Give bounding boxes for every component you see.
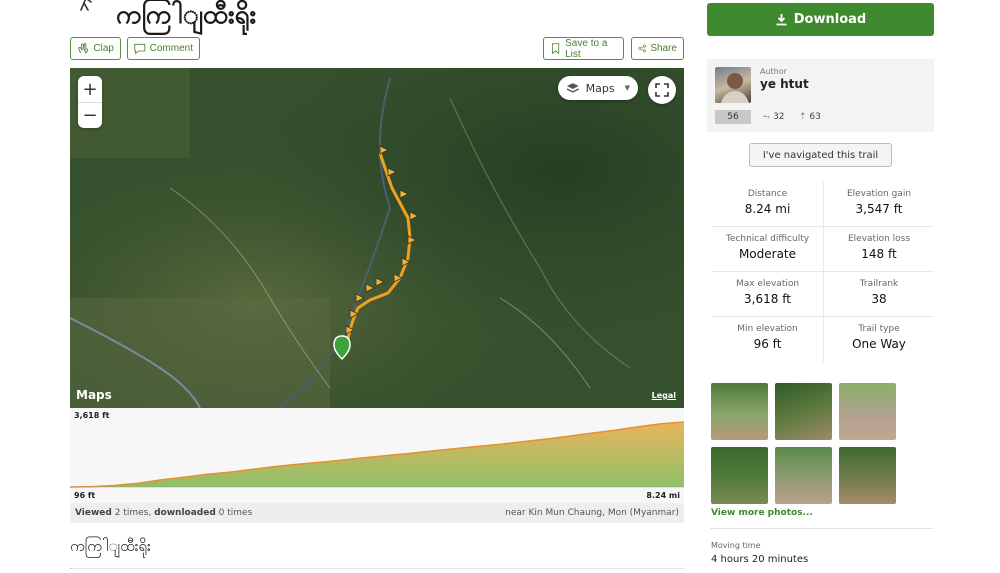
stats-row: Technical difficulty Moderate Elevation l… — [712, 227, 934, 272]
location-text: near Kin Mun Chaung, Mon (Myanmar) — [505, 508, 679, 518]
layers-icon — [566, 83, 579, 93]
stat-elevation-gain: Elevation gain 3,547 ft — [823, 182, 934, 226]
viewed-count: 2 times, — [114, 508, 152, 518]
trail-photo[interactable] — [839, 447, 896, 504]
elevation-chart — [70, 421, 684, 488]
trail-count-icon: ⥊ — [763, 112, 771, 122]
download-icon — [776, 14, 787, 26]
fullscreen-icon — [655, 83, 669, 97]
trail-description-title: ကကြါျထီးရိုး — [70, 537, 151, 555]
elevation-min-label: 96 ft — [74, 491, 96, 500]
author-trails-count: 32 — [773, 112, 785, 122]
author-followers-count: 63 — [809, 112, 821, 122]
fullscreen-button[interactable] — [648, 76, 676, 104]
stat-value: 148 ft — [861, 247, 897, 261]
trail-map[interactable]: + − Maps ▼ Maps Legal — [70, 68, 684, 408]
stat-value: 96 ft — [753, 337, 782, 351]
download-button[interactable]: Download — [707, 3, 934, 36]
hiking-icon — [80, 0, 92, 11]
comment-label: Comment — [149, 43, 193, 54]
apple-maps-logo: Maps — [76, 388, 112, 402]
save-label: Save to a List — [565, 37, 608, 60]
viewed-label: Viewed — [75, 508, 112, 518]
share-label: Share — [650, 43, 677, 54]
trail-photo[interactable] — [711, 383, 768, 440]
clap-icon — [78, 43, 89, 54]
stats-row: Min elevation 96 ft Trail type One Way — [712, 317, 934, 362]
stat-label: Distance — [747, 189, 788, 199]
zoom-control: + − — [78, 76, 102, 128]
stat-trailrank: Trailrank 38 — [823, 272, 934, 316]
stat-label: Elevation loss — [847, 234, 911, 244]
comment-icon — [134, 43, 146, 55]
trail-photo[interactable] — [711, 447, 768, 504]
stats-row: Max elevation 3,618 ft Trailrank 38 — [712, 272, 934, 317]
trail-photo[interactable] — [839, 383, 896, 440]
view-more-photos-link[interactable]: View more photos... — [711, 508, 813, 518]
stat-difficulty: Technical difficulty Moderate — [712, 227, 823, 271]
elevation-max-label: 3,618 ft — [74, 411, 110, 420]
stat-value: 3,618 ft — [744, 292, 791, 306]
caret-down-icon: ▼ — [624, 84, 630, 92]
download-label: Download — [793, 12, 867, 27]
stat-min-elevation: Min elevation 96 ft — [712, 317, 823, 362]
stat-value: One Way — [852, 337, 906, 351]
stat-label: Max elevation — [735, 279, 800, 289]
author-followers-stat: ⇡ 63 — [799, 112, 821, 122]
stat-value: 8.24 mi — [744, 202, 791, 216]
author-name[interactable]: ye htut — [760, 77, 809, 91]
stat-label: Elevation gain — [846, 189, 912, 199]
trail-photo[interactable] — [775, 447, 832, 504]
stat-label: Trailrank — [859, 279, 899, 289]
stat-label: Technical difficulty — [725, 234, 810, 244]
moving-time-value: 4 hours 20 minutes — [711, 554, 809, 565]
page-title: ကကြါျထီးရိုး — [116, 0, 257, 30]
author-label: Author — [760, 67, 787, 76]
author-trails-stat: ⥊ 32 — [763, 112, 785, 122]
moving-time-label: Moving time — [711, 541, 761, 550]
share-button[interactable]: Share — [631, 37, 684, 60]
map-layer-label: Maps — [585, 81, 615, 95]
author-card: 56 Author ye htut ⥊ 32 ⇡ 63 — [707, 59, 934, 132]
map-layer-button[interactable]: Maps ▼ — [558, 76, 638, 100]
maps-logo-text: Maps — [76, 388, 112, 402]
stat-value: 38 — [871, 292, 887, 306]
divider — [711, 528, 933, 529]
followers-icon: ⇡ — [799, 112, 807, 122]
zoom-out-button[interactable]: − — [78, 102, 102, 128]
trail-photo[interactable] — [775, 383, 832, 440]
avatar[interactable] — [715, 67, 751, 103]
zoom-in-button[interactable]: + — [78, 76, 102, 102]
stat-elevation-loss: Elevation loss 148 ft — [823, 227, 934, 271]
legal-link[interactable]: Legal — [652, 391, 676, 400]
satellite-imagery — [70, 68, 684, 408]
save-to-list-button[interactable]: Save to a List — [543, 37, 624, 60]
stat-label: Min elevation — [737, 324, 798, 334]
distance-label: 8.24 mi — [646, 491, 680, 500]
downloaded-label: downloaded — [154, 508, 216, 518]
stat-trail-type: Trail type One Way — [823, 317, 934, 362]
divider — [70, 568, 684, 569]
share-icon — [638, 44, 646, 53]
navigated-trail-button[interactable]: I've navigated this trail — [749, 143, 892, 167]
trail-stats: Distance 8.24 mi Elevation gain 3,547 ft T… — [712, 182, 934, 362]
comment-button[interactable]: Comment — [127, 37, 200, 60]
bookmark-icon — [551, 43, 560, 55]
stats-row: Distance 8.24 mi Elevation gain 3,547 ft — [712, 182, 934, 227]
author-rank-badge: 56 — [715, 110, 751, 124]
elevation-profile[interactable]: 3,618 ft 96 ft 8.24 mi — [70, 408, 684, 503]
stat-distance: Distance 8.24 mi — [712, 182, 823, 226]
downloaded-count: 0 times — [218, 508, 253, 518]
stat-max-elevation: Max elevation 3,618 ft — [712, 272, 823, 316]
clap-label: Clap — [93, 43, 114, 54]
elevation-area — [70, 422, 684, 487]
usage-stats: Viewed 2 times, downloaded 0 times — [75, 508, 252, 518]
stat-value: 3,547 ft — [855, 202, 903, 216]
stat-value: Moderate — [738, 247, 797, 261]
stat-label: Trail type — [858, 324, 900, 334]
usage-bar: Viewed 2 times, downloaded 0 times near … — [70, 503, 684, 523]
clap-button[interactable]: Clap — [70, 37, 121, 60]
